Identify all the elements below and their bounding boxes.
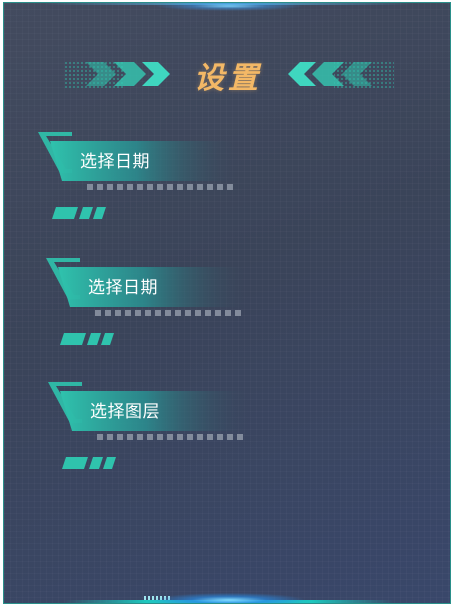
panel-header: 设置 [4, 49, 450, 97]
setting-item-layer: 选择图层 [42, 379, 302, 489]
select-date-button[interactable]: 选择日期 [88, 273, 158, 298]
bars-decoration-icon [60, 333, 114, 345]
bars-decoration-icon [52, 207, 106, 219]
setting-item-date-1: 选择日期 [32, 129, 292, 239]
dotted-divider [87, 184, 237, 190]
select-layer-button[interactable]: 选择图层 [90, 397, 160, 422]
page-title: 设置 [194, 61, 262, 96]
bars-decoration-icon [62, 457, 116, 469]
dotted-divider [95, 310, 245, 316]
bottom-glow [154, 593, 304, 603]
chevrons-right-icon [288, 60, 394, 88]
setting-item-date-2: 选择日期 [40, 255, 300, 365]
settings-panel: 设置 选择日期 选择日期 选择图层 [3, 2, 451, 604]
chevrons-left-icon [64, 60, 170, 88]
select-date-button[interactable]: 选择日期 [80, 147, 150, 172]
top-glow [154, 3, 304, 11]
dotted-divider [97, 434, 247, 440]
